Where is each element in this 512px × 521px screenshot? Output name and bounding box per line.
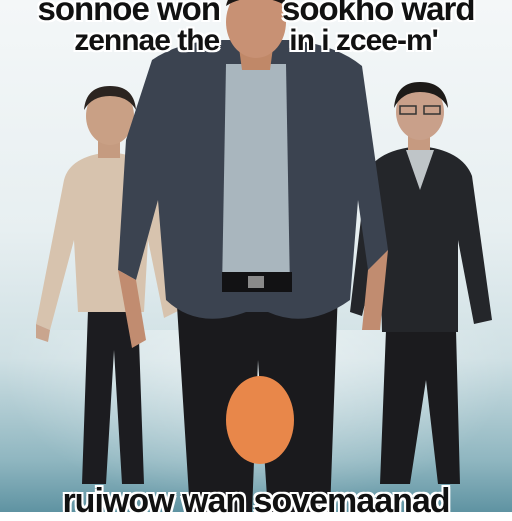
caption-top-line-2-left: zennae the [74,24,220,57]
caption-top-line-2: zennae the in i zcee-m' [0,24,512,58]
orange-oval [226,376,294,464]
caption-top-line-1-right: sookho ward [281,0,476,27]
caption-top-line-2-right: in i zcee-m' [289,24,439,57]
caption-top-line-1-left: sonnoe won [37,0,220,27]
caption-bottom-line: ruiwow wan sovemaanad [62,482,450,520]
